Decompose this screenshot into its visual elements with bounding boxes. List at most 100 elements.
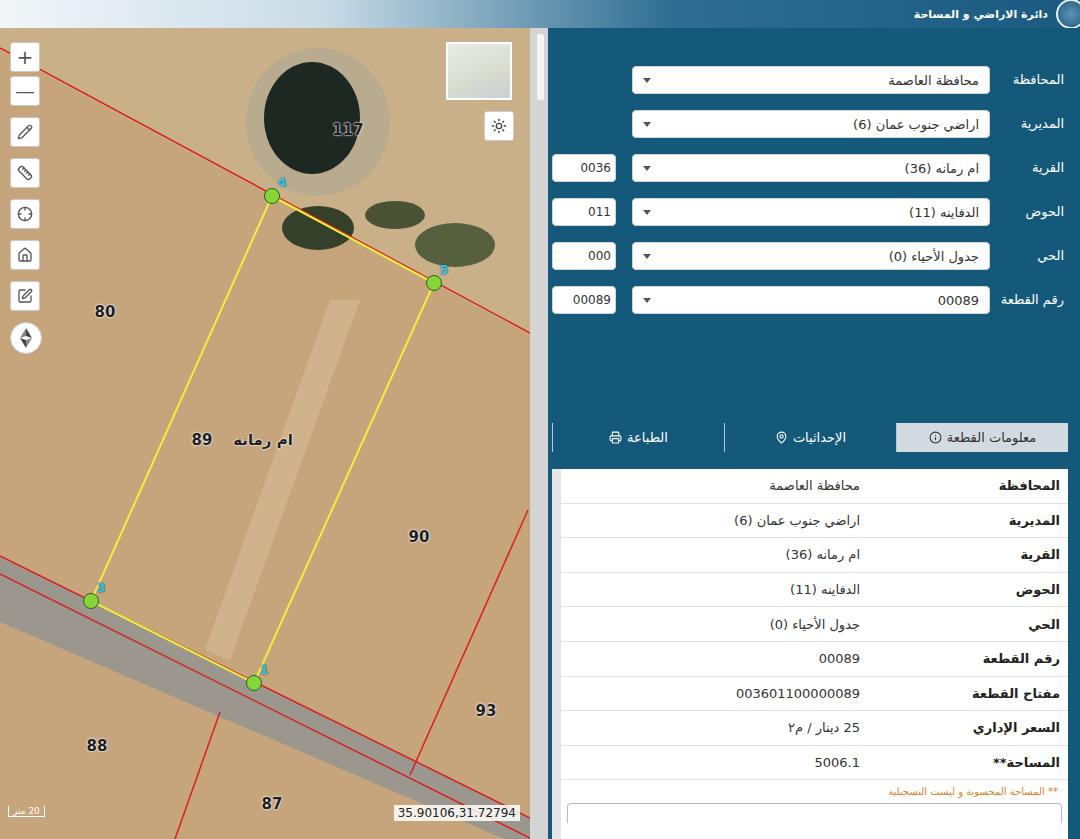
info-table: المحافظةمحافظة العاصمةالمديريةاراضي جنوب…: [561, 469, 1068, 839]
info-label: الحوض: [860, 582, 1068, 597]
code-field[interactable]: 011: [552, 198, 616, 226]
dropdown[interactable]: ام رمانه (36): [632, 154, 990, 182]
caret-icon: [643, 298, 651, 303]
area-note: ** المساحة المحسوبة و ليست التسجيلية: [561, 780, 1068, 803]
info-row: رقم القطعة00089: [561, 642, 1068, 677]
tab[interactable]: الإحداثيات: [724, 423, 896, 452]
info-label: المساحة**: [860, 755, 1068, 770]
vertex-marker[interactable]: [246, 675, 262, 691]
tool-icon: [17, 165, 33, 181]
caret-icon: [643, 210, 651, 215]
field-label: الحوض: [990, 204, 1068, 220]
info-value: الدفاينه (11): [561, 582, 860, 597]
parcel-label: 117: [332, 121, 363, 139]
basemap-button[interactable]: [484, 111, 514, 141]
vertex-marker[interactable]: [264, 188, 280, 204]
caret-icon: [643, 254, 651, 259]
code-field[interactable]: 00089: [552, 286, 616, 314]
dropdown[interactable]: محافظة العاصمة: [632, 66, 990, 94]
vertex-label: 1: [260, 663, 268, 677]
vertex-marker[interactable]: [426, 275, 442, 291]
info-value: 25 دينار / م٢: [561, 720, 860, 735]
tool-button[interactable]: [10, 281, 40, 311]
info-value: محافظة العاصمة: [561, 478, 860, 493]
tool-button[interactable]: [10, 117, 40, 147]
info-value: 5006.1: [561, 755, 860, 770]
info-row: السعر الإداري25 دينار / م٢: [561, 711, 1068, 746]
caret-icon: [643, 78, 651, 83]
field-label: المحافظة: [990, 72, 1068, 88]
mini-map[interactable]: [446, 42, 512, 100]
zoom-out-button[interactable]: —: [10, 76, 40, 106]
info-row: مفتاح القطعة003601100000089: [561, 677, 1068, 712]
info-row: الحوضالدفاينه (11): [561, 573, 1068, 608]
scrollbar[interactable]: [530, 28, 548, 839]
village-label: ام رمانه: [233, 431, 293, 449]
dropdown[interactable]: الدفاينه (11): [632, 198, 990, 226]
parcel-label: 88: [87, 737, 108, 755]
dropdown[interactable]: 00089: [632, 286, 990, 314]
info-value: ام رمانه (36): [561, 547, 860, 562]
header: دائرة الاراضي و المساحة: [0, 0, 1080, 28]
form-row: القريةام رمانه (36) 0036: [552, 154, 1068, 182]
tool-icon: [17, 124, 33, 140]
form-row: المديريةاراضي جنوب عمان (6): [552, 110, 1068, 138]
info-label: القرية: [860, 547, 1068, 562]
form-row: رقم القطعة0008900089: [552, 286, 1068, 314]
zoom-in-button[interactable]: +: [10, 42, 40, 72]
info-panel: المحافظةمحافظة العاصمةالمديريةاراضي جنوب…: [552, 469, 1068, 839]
code-field[interactable]: 000: [552, 242, 616, 270]
info-label: رقم القطعة: [860, 651, 1068, 666]
tab-icon: [775, 431, 788, 444]
code-field[interactable]: 0036: [552, 154, 616, 182]
dropdown[interactable]: اراضي جنوب عمان (6): [632, 110, 990, 138]
sun-icon: [491, 118, 507, 134]
search-form: المحافظةمحافظة العاصمة المديريةاراضي جنوب…: [552, 66, 1068, 314]
header-title: دائرة الاراضي و المساحة: [914, 8, 1048, 21]
side-panel: المحافظةمحافظة العاصمةالمديريةاراضي جنوب…: [548, 28, 1080, 839]
info-label: السعر الإداري: [860, 720, 1068, 735]
tool-button[interactable]: [10, 158, 40, 188]
map[interactable]: 117808990938887ام رمانه4513+—20 متر35.90…: [0, 28, 530, 839]
scale-bar: 20 متر: [8, 806, 45, 817]
info-scrollbar[interactable]: [552, 469, 561, 839]
info-value: جدول الأحياء (0): [561, 617, 860, 632]
parcel-label: 93: [476, 702, 497, 720]
info-row: المساحة**5006.1: [561, 746, 1068, 781]
scroll-thumb[interactable]: [537, 34, 544, 100]
tool-button[interactable]: [10, 199, 40, 229]
info-row: المديريةاراضي جنوب عمان (6): [561, 504, 1068, 539]
tab[interactable]: معلومات القطعة: [896, 423, 1068, 452]
vertex-marker[interactable]: [83, 593, 99, 609]
dropdown[interactable]: جدول الأحياء (0): [632, 242, 990, 270]
zoom-group: +—: [10, 42, 42, 106]
parcel-label: 89: [192, 431, 213, 449]
coordinates: 35.90106,31.72794: [394, 805, 520, 821]
info-label: مفتاح القطعة: [860, 686, 1068, 701]
bottom-box: [567, 803, 1062, 823]
form-row: المحافظةمحافظة العاصمة: [552, 66, 1068, 94]
tool-button[interactable]: [10, 240, 40, 270]
info-row: المحافظةمحافظة العاصمة: [561, 469, 1068, 504]
info-row: القريةام رمانه (36): [561, 538, 1068, 573]
info-label: المديرية: [860, 513, 1068, 528]
vertex-label: 5: [440, 263, 448, 277]
logo-icon: [1056, 0, 1080, 29]
compass-button[interactable]: [10, 322, 42, 354]
caret-icon: [643, 122, 651, 127]
info-row: الحيجدول الأحياء (0): [561, 607, 1068, 642]
info-value: اراضي جنوب عمان (6): [561, 513, 860, 528]
field-label: القرية: [990, 160, 1068, 176]
map-toolbar: +—: [10, 42, 42, 354]
tab[interactable]: الطباعة: [552, 423, 724, 452]
vertex-label: 4: [278, 176, 286, 190]
form-row: الحيجدول الأحياء (0) 000: [552, 242, 1068, 270]
field-label: الحي: [990, 248, 1068, 264]
parcel-label: 80: [95, 303, 116, 321]
vertex-label: 3: [97, 581, 105, 595]
compass-icon: [19, 328, 33, 348]
info-label: الحي: [860, 617, 1068, 632]
tab-icon: [929, 431, 942, 444]
parcel-outline: [91, 196, 434, 683]
app: دائرة الاراضي و المساحة117808990938887ام…: [0, 0, 1080, 839]
